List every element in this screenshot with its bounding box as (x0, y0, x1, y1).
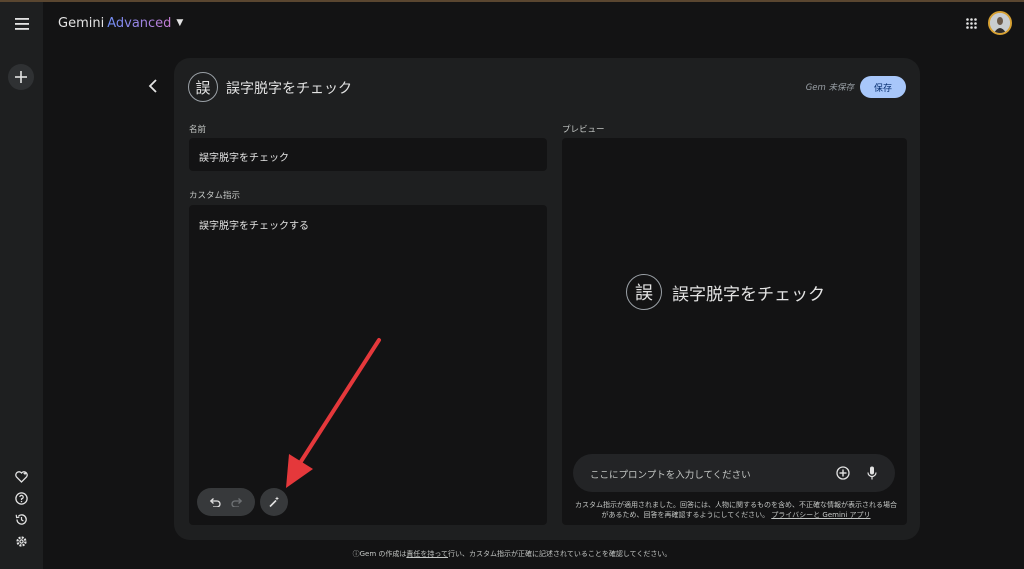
left-rail (0, 2, 43, 569)
redo-icon (231, 498, 243, 507)
footer-note: ⓘGem の作成は責任を持って行い、カスタム指示が正確に記述されていることを確認… (0, 549, 1024, 559)
preview-gem-avatar-icon: 誤 (626, 274, 662, 310)
gem-title: 誤字脱字をチェック (226, 81, 352, 97)
preview-label: プレビュー (562, 125, 605, 135)
plus-icon (15, 71, 27, 83)
responsibility-link[interactable]: 責任を持って (406, 550, 448, 558)
microphone-button[interactable] (864, 465, 880, 481)
menu-icon[interactable] (10, 12, 34, 36)
footer-suffix: 行い、カスタム指示が正確に記述されていることを確認してください。 (448, 550, 672, 558)
preview-disclaimer: カスタム指示が適用されました。回答には、人物に関するものを含め、不正確な情報が表… (575, 500, 897, 520)
avatar[interactable] (988, 11, 1012, 35)
app-title[interactable]: Gemini Advanced ▼ (58, 14, 183, 32)
preview-pane: 誤 誤字脱字をチェック ここにプロンプトを入力してください カスタム指示が適用さ… (562, 138, 907, 525)
save-button[interactable]: 保存 (860, 76, 906, 98)
magic-wand-icon (269, 496, 279, 508)
undo-redo-group (197, 488, 255, 516)
new-chat-button[interactable] (8, 64, 34, 90)
gem-avatar-icon: 誤 (188, 72, 218, 102)
save-status: Gem 未保存 (805, 83, 854, 93)
brand-tier: Advanced (107, 15, 172, 31)
privacy-link[interactable]: プライバシーと Gemini アプリ (771, 511, 870, 519)
gem-heart-icon[interactable] (13, 469, 29, 485)
microphone-icon (867, 466, 877, 480)
undo-icon (209, 498, 221, 507)
name-label: 名前 (189, 125, 207, 135)
apps-grid-icon[interactable] (962, 14, 980, 32)
prompt-input[interactable]: ここにプロンプトを入力してください (573, 454, 895, 492)
name-field[interactable]: 誤字脱字をチェック (189, 138, 547, 171)
prompt-placeholder: ここにプロンプトを入力してください (590, 470, 751, 481)
add-attachment-button[interactable] (835, 465, 851, 481)
preview-gem-header: 誤 誤字脱字をチェック (626, 274, 825, 310)
back-button[interactable] (143, 76, 163, 96)
chevron-down-icon: ▼ (176, 18, 184, 28)
plus-circle-icon (836, 466, 850, 480)
instructions-label: カスタム指示 (189, 191, 241, 201)
settings-icon[interactable] (13, 533, 29, 549)
history-icon[interactable] (13, 511, 29, 527)
top-accent-line (0, 0, 1024, 2)
instructions-text: 誤字脱字をチェックする (199, 221, 309, 232)
rewrite-instructions-button[interactable] (260, 488, 288, 516)
brand-name: Gemini (58, 15, 105, 31)
footer-prefix: ⓘGem の作成は (352, 550, 407, 558)
avatar-image (990, 13, 1010, 33)
gem-editor-card: 誤 誤字脱字をチェック Gem 未保存 保存 名前 誤字脱字をチェック カスタム… (174, 58, 920, 540)
help-icon[interactable] (13, 490, 29, 506)
preview-gem-title: 誤字脱字をチェック (672, 284, 825, 305)
redo-button[interactable] (229, 494, 245, 510)
instructions-field[interactable]: 誤字脱字をチェックする (189, 205, 547, 525)
chevron-left-icon (148, 79, 157, 93)
undo-button[interactable] (207, 494, 223, 510)
